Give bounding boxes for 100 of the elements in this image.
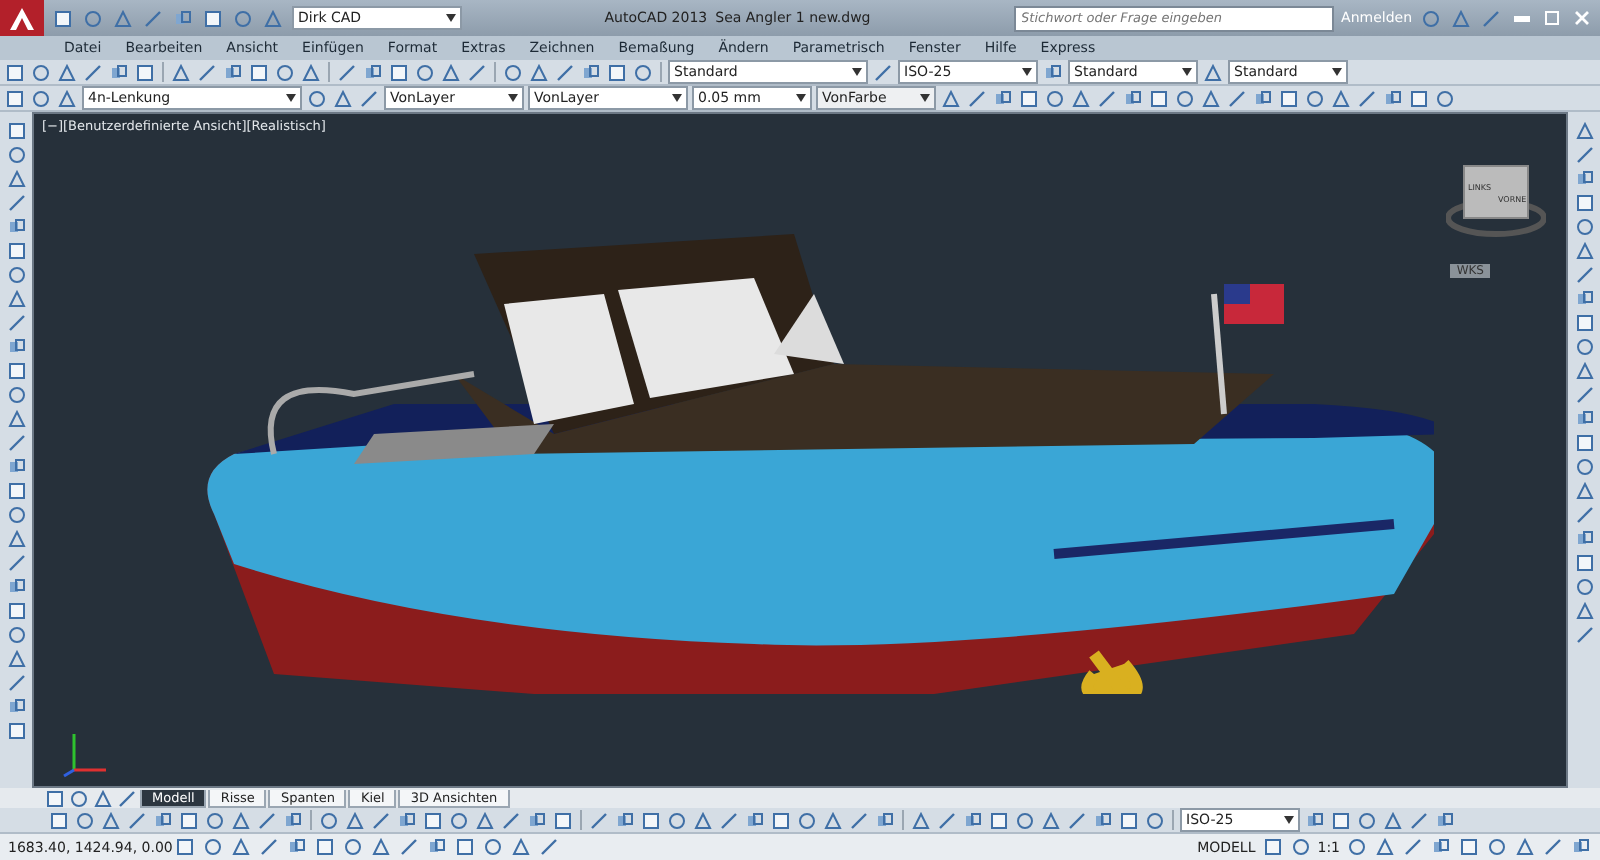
toolbar-button[interactable] bbox=[5, 576, 27, 598]
toolbar-button[interactable] bbox=[5, 120, 27, 142]
toolbar-button[interactable] bbox=[1144, 809, 1166, 831]
toolbar-button[interactable] bbox=[1402, 836, 1424, 858]
toolbar-button[interactable] bbox=[258, 836, 280, 858]
toolbar-button[interactable] bbox=[502, 61, 524, 83]
toolbar-button[interactable] bbox=[5, 624, 27, 646]
toolbar-button[interactable] bbox=[282, 809, 304, 831]
toolbar-button[interactable] bbox=[332, 87, 354, 109]
toolbar-button[interactable] bbox=[1573, 624, 1595, 646]
toolbar-button[interactable] bbox=[528, 61, 550, 83]
toolbar-button[interactable] bbox=[1261, 836, 1284, 858]
toolbar-button[interactable] bbox=[552, 809, 574, 831]
toolbar-button[interactable] bbox=[1118, 809, 1140, 831]
toolbar-button[interactable] bbox=[344, 809, 366, 831]
toolbar-button[interactable] bbox=[500, 809, 522, 831]
toolbar-button[interactable] bbox=[1573, 408, 1595, 430]
toolbar-button[interactable] bbox=[230, 836, 252, 858]
toolbar-button[interactable] bbox=[1573, 456, 1595, 478]
toolbar-button[interactable] bbox=[874, 809, 896, 831]
toolbar-button[interactable] bbox=[966, 87, 988, 109]
toolbar-button[interactable] bbox=[744, 809, 766, 831]
toolbar-button[interactable] bbox=[1573, 480, 1595, 502]
toolbar-button[interactable] bbox=[1573, 312, 1595, 334]
toolbar-button[interactable] bbox=[962, 809, 984, 831]
toolbar-button[interactable] bbox=[1174, 87, 1196, 109]
toolbar-button[interactable] bbox=[74, 809, 96, 831]
toolbar-button[interactable] bbox=[1304, 809, 1326, 831]
toolbar-button[interactable] bbox=[1356, 809, 1378, 831]
toolbar-button[interactable] bbox=[5, 144, 27, 166]
toolbar-button[interactable] bbox=[5, 456, 27, 478]
toolbar-button[interactable] bbox=[1096, 87, 1118, 109]
toolbar-button[interactable] bbox=[202, 836, 224, 858]
toolbar-button[interactable] bbox=[48, 809, 70, 831]
toolbar-button[interactable] bbox=[1570, 836, 1592, 858]
toolbar-button[interactable] bbox=[1573, 288, 1595, 310]
toolbar-button[interactable] bbox=[1542, 836, 1564, 858]
toolbar-button[interactable] bbox=[82, 7, 104, 29]
toolbar-button[interactable] bbox=[1044, 87, 1066, 109]
toolbar-button[interactable] bbox=[370, 836, 392, 858]
toolbar-button[interactable] bbox=[692, 809, 714, 831]
toolbar-button[interactable] bbox=[1573, 360, 1595, 382]
toolbar-button[interactable] bbox=[196, 61, 218, 83]
toolbar-button[interactable] bbox=[5, 672, 27, 694]
toolbar-button[interactable] bbox=[262, 7, 284, 29]
toolbar-button[interactable] bbox=[1458, 836, 1480, 858]
app-logo-icon[interactable] bbox=[0, 0, 44, 36]
toolbar-button[interactable] bbox=[82, 61, 104, 83]
toolbar-button[interactable] bbox=[1434, 87, 1456, 109]
toolbar-button[interactable] bbox=[4, 61, 26, 83]
toolbar-button[interactable] bbox=[1202, 61, 1224, 83]
toolbar-button[interactable] bbox=[1226, 87, 1248, 109]
toolbar-button[interactable] bbox=[1042, 61, 1064, 83]
toolbar-button[interactable] bbox=[422, 809, 444, 831]
toolbar-button[interactable] bbox=[300, 61, 322, 83]
toolbar-button[interactable] bbox=[848, 809, 870, 831]
toolbar-button[interactable] bbox=[126, 809, 148, 831]
tab-navigation-button[interactable] bbox=[44, 787, 66, 809]
toolbar-button[interactable] bbox=[1573, 528, 1595, 550]
toolbar-button[interactable] bbox=[1573, 336, 1595, 358]
toolbar-button[interactable] bbox=[342, 836, 364, 858]
toolbar-button[interactable] bbox=[5, 528, 27, 550]
toolbar-button[interactable] bbox=[538, 836, 560, 858]
toolbar-button[interactable] bbox=[1434, 809, 1456, 831]
toolbar-button[interactable] bbox=[482, 836, 504, 858]
toolbar-button[interactable] bbox=[1382, 809, 1404, 831]
toolbar-button[interactable] bbox=[666, 809, 688, 831]
toolbar-button[interactable] bbox=[222, 61, 244, 83]
toolbar-button[interactable] bbox=[1252, 87, 1274, 109]
toolbar-button[interactable] bbox=[286, 836, 308, 858]
toolbar-button[interactable] bbox=[1573, 120, 1595, 142]
toolbar-button[interactable] bbox=[1573, 552, 1595, 574]
toolbar-button[interactable] bbox=[398, 836, 420, 858]
toolbar-button[interactable] bbox=[1573, 240, 1595, 262]
toolbar-button[interactable] bbox=[178, 809, 200, 831]
toolbar-button[interactable] bbox=[1040, 809, 1062, 831]
toolbar-button[interactable] bbox=[448, 809, 470, 831]
toolbar-button[interactable] bbox=[30, 87, 52, 109]
toolbar-button[interactable] bbox=[1356, 87, 1378, 109]
toolbar-button[interactable] bbox=[142, 7, 164, 29]
toolbar-button[interactable] bbox=[336, 61, 358, 83]
toolbar-button[interactable] bbox=[1573, 432, 1595, 454]
toolbar-button[interactable] bbox=[202, 7, 224, 29]
toolbar-button[interactable] bbox=[632, 61, 654, 83]
toolbar-button[interactable] bbox=[1573, 264, 1595, 286]
toolbar-button[interactable] bbox=[5, 480, 27, 502]
toolbar-button[interactable] bbox=[640, 809, 662, 831]
toolbar-button[interactable] bbox=[1420, 7, 1443, 29]
toolbar-button[interactable] bbox=[5, 648, 27, 670]
toolbar-button[interactable] bbox=[1200, 87, 1222, 109]
toolbar-button[interactable] bbox=[554, 61, 576, 83]
toolbar-button[interactable] bbox=[440, 61, 462, 83]
toolbar-button[interactable] bbox=[100, 809, 122, 831]
toolbar-button[interactable] bbox=[5, 264, 27, 286]
toolbar-button[interactable] bbox=[1018, 87, 1040, 109]
toolbar-button[interactable] bbox=[614, 809, 636, 831]
toolbar-button[interactable] bbox=[796, 809, 818, 831]
toolbar-button[interactable] bbox=[1408, 87, 1430, 109]
toolbar-button[interactable] bbox=[1346, 836, 1368, 858]
toolbar-button[interactable] bbox=[580, 61, 602, 83]
